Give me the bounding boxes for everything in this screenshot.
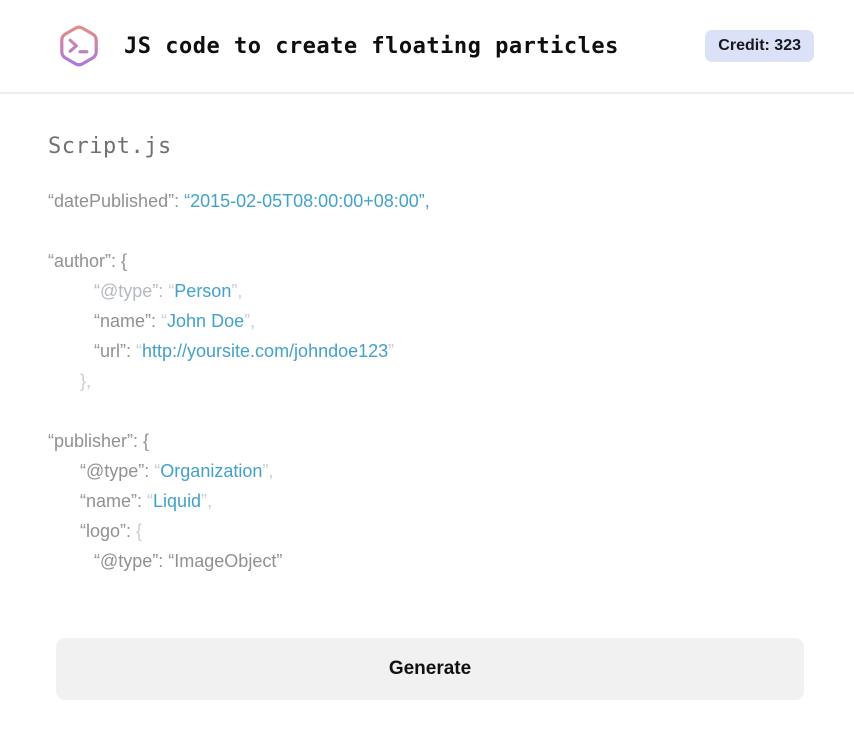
main-content: Script.js “datePublished”: “2015-02-05T0… [0,94,854,576]
code-token: Organization [160,461,263,481]
code-line: “@type”: “Organization”, [48,456,806,486]
code-token: “@type”: [94,281,169,301]
code-token: “logo”: [80,521,137,541]
code-token: John Doe [167,311,245,331]
footer: Generate [0,576,854,700]
code-line: “name”: “Liquid”, [48,486,806,516]
code-token: “@type”: “ImageObject” [94,551,283,571]
code-token: Liquid [153,491,202,511]
code-line: “@type”: “ImageObject” [48,546,806,576]
filename-label: Script.js [48,134,172,159]
code-line: “logo”: { [48,516,806,546]
code-token: http://yoursite.com/johndoe123 [142,341,389,361]
code-token: ”, [244,311,256,331]
code-line: “url”: “http://yoursite.com/johndoe123” [48,336,806,366]
code-token: “publisher”: { [48,431,150,451]
terminal-hexagon-icon [56,23,102,69]
code-token: Person [174,281,232,301]
code-line: }, [48,366,806,396]
code-line: “name”: “John Doe”, [48,306,806,336]
code-line: “@type”: “Person”, [48,276,806,306]
page-title: JS code to create floating particles [124,33,619,59]
code-block: “datePublished”: “2015-02-05T08:00:00+08… [48,186,806,576]
code-token: ” [388,341,395,361]
code-token: “datePublished”: [48,191,185,211]
code-line: “datePublished”: “2015-02-05T08:00:00+08… [48,186,806,216]
code-token: { [136,521,143,541]
code-token: “@type”: [80,461,155,481]
code-token: ”, [201,491,213,511]
code-token: “author”: { [48,251,128,271]
code-token: }, [80,371,92,391]
code-token: “name”: [80,491,148,511]
code-token: “2015-02-05T08:00:00+08:00”, [184,191,430,211]
code-line: “author”: { [48,246,806,276]
code-token: “name”: [94,311,162,331]
code-line: “publisher”: { [48,426,806,456]
code-token: ”, [231,281,243,301]
code-token: “url”: [94,341,136,361]
credit-badge: Credit: 323 [705,30,814,62]
code-token: ”, [262,461,274,481]
header: JS code to create floating particles Cre… [0,0,854,94]
generate-button[interactable]: Generate [56,638,804,700]
